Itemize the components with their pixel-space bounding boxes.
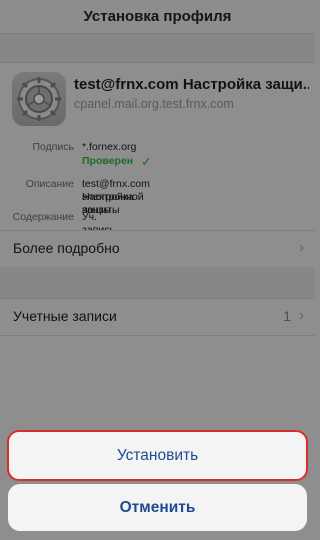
profile-card: test@frnx.com Настройка защи... cpanel.m… (0, 62, 315, 249)
accounts-count: 1 (283, 308, 291, 324)
chevron-right-icon: › (299, 307, 304, 324)
section-gap (0, 34, 315, 62)
nav-bar: Установка профиля (0, 0, 315, 34)
profile-name: test@frnx.com Настройка защи... (74, 76, 309, 93)
accounts-row[interactable]: Учетные записи 1 › (0, 298, 315, 336)
profile-host: cpanel.mail.org.test.frnx.com (74, 97, 234, 111)
section-gap (0, 267, 315, 298)
page-title: Установка профиля (83, 8, 232, 25)
chevron-right-icon: › (299, 239, 304, 256)
verified-status: Проверен (82, 155, 134, 167)
accounts-label: Учетные записи (13, 308, 117, 324)
settings-gear-icon (12, 72, 66, 126)
signature-value: *.fornex.org (82, 141, 137, 153)
checkmark-icon: ✓ (141, 154, 152, 169)
cancel-button[interactable]: Отменить (8, 484, 307, 531)
contents-label: Содержание (12, 211, 74, 223)
signature-label: Подпись (32, 141, 74, 153)
description-label: Описание (25, 178, 74, 190)
install-button[interactable]: Установить (7, 430, 308, 481)
more-details-row[interactable]: Более подробно › (0, 230, 315, 268)
more-details-label: Более подробно (13, 240, 120, 256)
